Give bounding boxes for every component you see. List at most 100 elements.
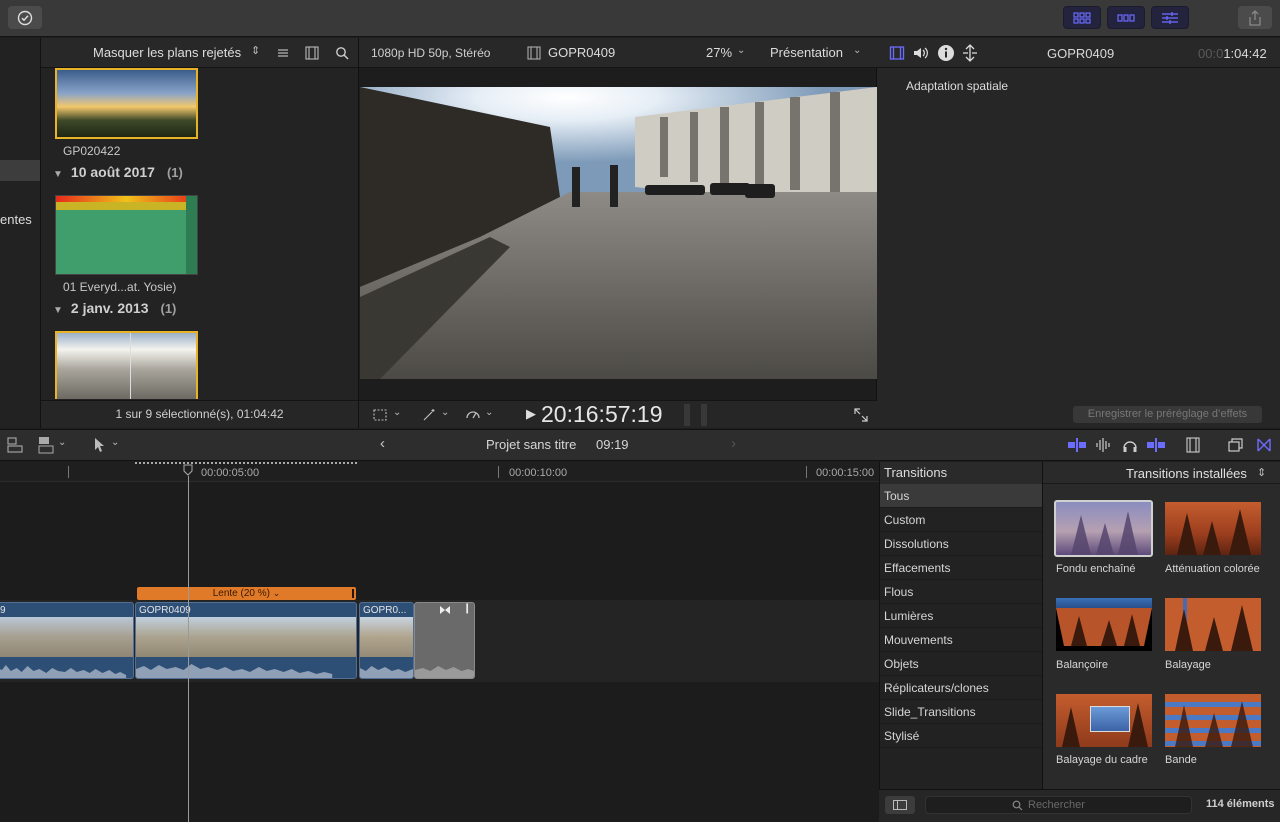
chevron-down-icon[interactable]: ⌄ xyxy=(485,407,493,418)
transition-label: Balayage xyxy=(1165,659,1211,671)
timeline-gap-clip[interactable]: ❙❙ xyxy=(414,602,475,679)
chevron-down-icon[interactable]: ⌄ xyxy=(273,588,281,598)
sidebar-selected-row[interactable] xyxy=(0,160,40,181)
play-icon[interactable]: ▶ xyxy=(526,406,536,422)
presentation-popup[interactable]: Présentation xyxy=(770,45,843,60)
ruler-label: 00:00:10:00 xyxy=(509,467,568,479)
timeline[interactable]: 00:00:05:00 00:00:10:00 00:00:15:00 Lent… xyxy=(0,462,879,822)
snapping-icon[interactable] xyxy=(1147,438,1165,452)
clip-appearance-icon[interactable] xyxy=(277,47,289,59)
toggle-sidebar-button[interactable] xyxy=(885,796,915,814)
clip-thumbnail-gopr0409[interactable] xyxy=(55,331,198,399)
category-stylized[interactable]: Stylisé xyxy=(880,724,1042,748)
inspector-duration: 00:01:04:42 xyxy=(1198,46,1267,61)
category-dissolves[interactable]: Dissolutions xyxy=(880,532,1042,556)
playhead-handle-icon[interactable] xyxy=(183,464,193,476)
share-icon xyxy=(1249,9,1261,26)
transition-item-balancoire[interactable] xyxy=(1056,598,1152,651)
headphones-icon[interactable] xyxy=(1122,437,1138,453)
history-forward-icon[interactable]: › xyxy=(731,435,736,452)
sidebar-item-label[interactable]: entes xyxy=(0,212,32,227)
category-wipes[interactable]: Effacements xyxy=(880,556,1042,580)
audio-waveform xyxy=(360,666,413,678)
zoom-popup[interactable]: 27% xyxy=(706,45,732,60)
category-custom[interactable]: Custom xyxy=(880,508,1042,532)
transition-item-band[interactable] xyxy=(1165,694,1261,747)
inspector-clip-name: GOPR0409 xyxy=(1047,46,1115,61)
enhance-wand-icon[interactable] xyxy=(421,407,437,423)
filmstrip-icon xyxy=(527,46,541,60)
timeline-ruler[interactable]: 00:00:05:00 00:00:10:00 00:00:15:00 xyxy=(0,462,879,482)
chevron-down-icon[interactable]: ⌄ xyxy=(111,437,119,448)
category-movements[interactable]: Mouvements xyxy=(880,628,1042,652)
video-frame[interactable] xyxy=(360,87,877,379)
timeline-clip[interactable]: 9 xyxy=(0,602,134,679)
filter-popup[interactable]: Masquer les plans rejetés xyxy=(93,45,241,60)
share-button[interactable] xyxy=(1238,6,1272,29)
timeline-clip-gopr0409[interactable]: GOPR0409 xyxy=(135,602,357,679)
effects-browser-icon[interactable] xyxy=(1228,437,1244,453)
category-replicators[interactable]: Réplicateurs/clones xyxy=(880,676,1042,700)
retime-speedometer-icon[interactable] xyxy=(465,407,481,423)
disclosure-triangle-icon[interactable]: ▼ xyxy=(53,305,63,316)
audio-inspector-icon[interactable] xyxy=(912,45,930,61)
viewer-clip-name: GOPR0409 xyxy=(548,45,616,60)
clip-appearance-icon[interactable] xyxy=(1186,437,1200,453)
category-slide-transitions[interactable]: Slide_Transitions xyxy=(880,700,1042,724)
timeline-clip[interactable]: GOPR0... xyxy=(359,602,414,679)
retime-speed-bar[interactable]: Lente (20 %) ⌄ xyxy=(137,587,356,600)
transition-inspector-icon[interactable] xyxy=(961,44,979,62)
viewer-footer: ⌄ ⌄ ⌄ ▶ 20:16:57:19 xyxy=(359,400,878,428)
updown-chevron-icon[interactable]: ⇕ xyxy=(251,44,260,57)
timeline-strip-icon xyxy=(1117,13,1135,22)
chevron-down-icon[interactable]: ⌄ xyxy=(58,437,66,448)
search-field[interactable]: Rechercher xyxy=(925,796,1192,814)
chevron-down-icon[interactable]: ⌄ xyxy=(853,45,861,56)
installed-popup[interactable]: Transitions installées xyxy=(1126,466,1247,481)
category-objects[interactable]: Objets xyxy=(880,652,1042,676)
info-inspector-icon[interactable] xyxy=(937,44,955,62)
timecode-display[interactable]: 20:16:57:19 xyxy=(541,401,663,428)
search-icon[interactable] xyxy=(335,46,349,60)
category-all[interactable]: Tous xyxy=(880,484,1042,508)
updown-chevron-icon[interactable]: ⇕ xyxy=(1257,466,1266,479)
disclosure-triangle-icon[interactable]: ▼ xyxy=(53,169,63,180)
project-name: Projet sans titre xyxy=(486,437,577,452)
save-effects-preset-button[interactable]: Enregistrer le préréglage d’effets xyxy=(1073,406,1262,423)
transitions-browser-icon[interactable] xyxy=(1256,437,1272,453)
fullscreen-icon[interactable] xyxy=(854,408,868,422)
filmstrip-icon[interactable] xyxy=(305,46,319,60)
clip-thumbnail-gp020422[interactable] xyxy=(55,68,198,139)
video-inspector-icon[interactable] xyxy=(889,45,905,61)
chevron-down-icon[interactable]: ⌄ xyxy=(441,407,449,418)
append-clip-icon[interactable] xyxy=(6,436,24,454)
show-browser-button[interactable] xyxy=(1063,6,1101,29)
video-skimming-icon[interactable] xyxy=(1068,438,1086,452)
pointer-arrow-icon[interactable] xyxy=(93,437,107,453)
edit-mode-icon[interactable] xyxy=(37,435,57,455)
clip-name: GP020422 xyxy=(63,144,121,158)
audio-skimming-icon[interactable] xyxy=(1095,437,1113,453)
transition-item-wipe[interactable] xyxy=(1165,598,1261,651)
libraries-sidebar: entes xyxy=(0,38,41,428)
date-group-header[interactable]: ▼ 10 août 2017 (1) xyxy=(53,164,183,180)
clip-thumbnail-everyday[interactable] xyxy=(55,195,198,275)
category-blurs[interactable]: Flous xyxy=(880,580,1042,604)
playhead[interactable] xyxy=(188,476,189,822)
transition-item-cross-dissolve[interactable] xyxy=(1054,500,1153,557)
show-timeline-button[interactable] xyxy=(1107,6,1145,29)
trees-thumbnail xyxy=(1177,509,1251,555)
history-back-icon[interactable]: ‹ xyxy=(380,435,385,452)
transform-icon[interactable] xyxy=(372,408,388,422)
transitions-grid: Transitions installées ⇕ Fondu enchaîné … xyxy=(1042,462,1280,822)
category-lights[interactable]: Lumières xyxy=(880,604,1042,628)
checkmark-circle-icon xyxy=(17,10,33,25)
transition-item-frame-wipe[interactable] xyxy=(1056,694,1152,747)
show-inspector-button[interactable] xyxy=(1151,6,1189,29)
retime-range-marker xyxy=(135,462,357,464)
transition-item-fade-to-color[interactable] xyxy=(1165,502,1261,555)
chevron-down-icon[interactable]: ⌄ xyxy=(393,407,401,418)
chevron-down-icon[interactable]: ⌄ xyxy=(737,45,745,56)
background-tasks-button[interactable] xyxy=(8,6,42,29)
date-group-header[interactable]: ▼ 2 janv. 2013 (1) xyxy=(53,300,176,316)
